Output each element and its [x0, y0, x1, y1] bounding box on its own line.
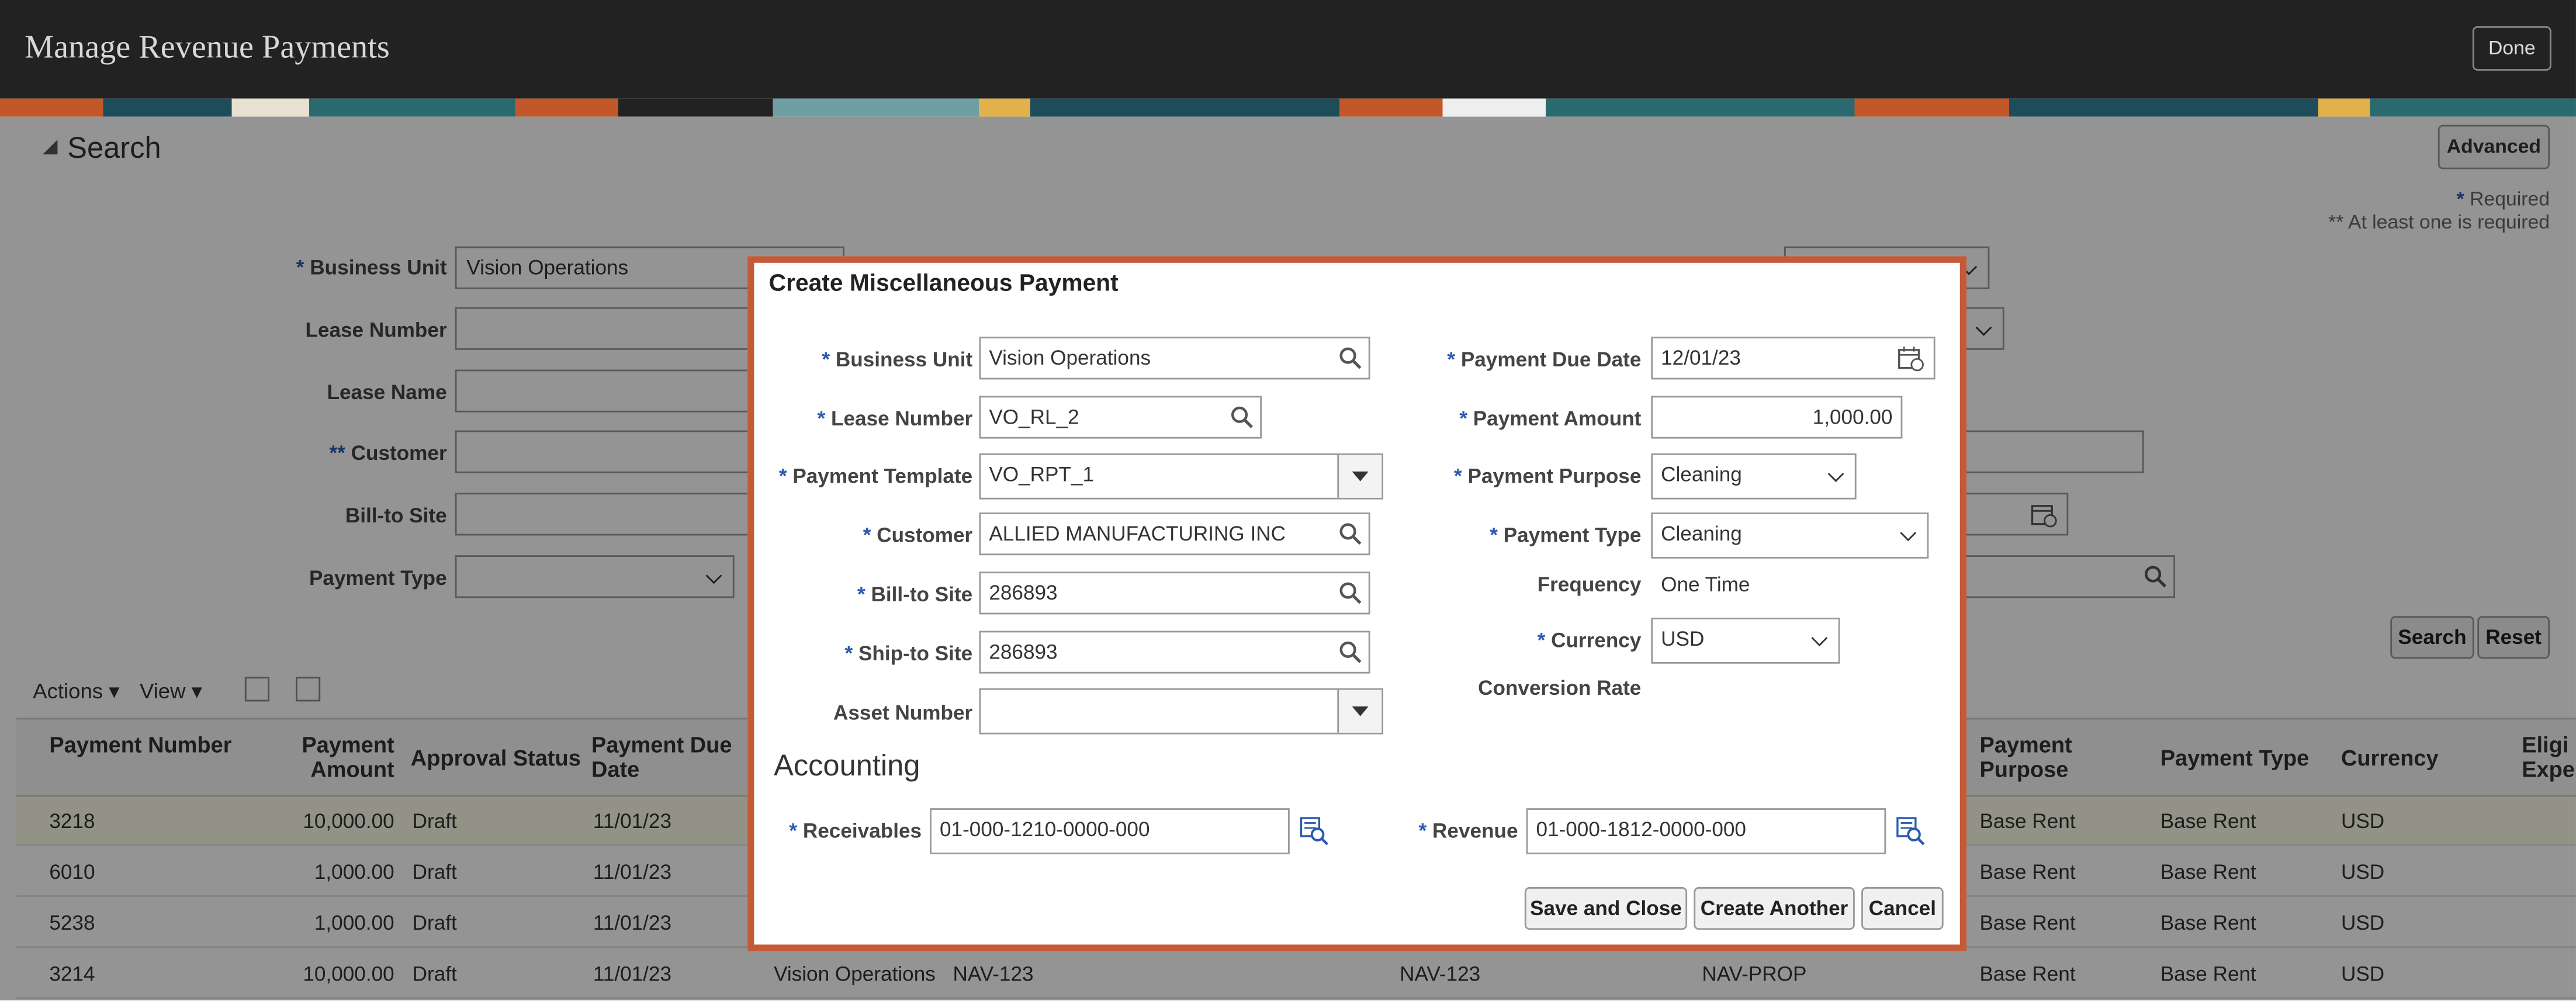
chevron-down-icon	[1827, 466, 1844, 482]
d-bill-to-site-label: * Bill-to Site	[857, 583, 973, 607]
accounting-heading: Accounting	[774, 749, 920, 782]
search-icon[interactable]	[1231, 406, 1254, 428]
d-payment-template-combo[interactable]: VO_RPT_1	[979, 453, 1384, 500]
d-frequency-value: One Time	[1661, 573, 1750, 597]
d-payment-amount-label: * Payment Amount	[1459, 407, 1642, 431]
d-asset-number-combo[interactable]	[979, 688, 1384, 735]
search-icon[interactable]	[1339, 640, 1362, 663]
chevron-down-icon	[1811, 630, 1828, 647]
d-payment-due-date-input[interactable]: 12/01/23	[1651, 337, 1936, 380]
d-payment-type-label: * Payment Type	[1490, 524, 1642, 548]
d-revenue-label: * Revenue	[1418, 819, 1518, 843]
d-payment-due-date-label: * Payment Due Date	[1447, 348, 1642, 372]
d-lease-number-label: * Lease Number	[817, 407, 973, 431]
d-payment-purpose-select[interactable]: Cleaning	[1651, 453, 1857, 500]
d-frequency-label: Frequency	[1537, 573, 1642, 597]
d-bu-label: * Business Unit	[822, 348, 973, 372]
save-and-close-button[interactable]: Save and Close	[1524, 887, 1688, 930]
d-ship-to-site-input[interactable]: 286893	[979, 631, 1370, 674]
calendar-icon[interactable]	[1898, 347, 1924, 372]
create-another-button[interactable]: Create Another	[1694, 887, 1855, 930]
dialog-title: Create Miscellaneous Payment	[768, 271, 1119, 297]
d-payment-template-label: * Payment Template	[778, 465, 973, 488]
d-customer-input[interactable]: ALLIED MANUFACTURING INC	[979, 512, 1370, 556]
search-icon[interactable]	[1339, 347, 1362, 369]
d-bill-to-site-input[interactable]: 286893	[979, 571, 1370, 615]
search-icon[interactable]	[1339, 522, 1362, 545]
d-revenue-input[interactable]: 01-000-1812-0000-000	[1526, 808, 1886, 854]
search-icon[interactable]	[1339, 581, 1362, 604]
header-banner	[0, 98, 2576, 117]
account-lookup-icon[interactable]	[1896, 816, 1926, 846]
d-receivables-input[interactable]: 01-000-1210-0000-000	[930, 808, 1290, 854]
d-customer-label: * Customer	[863, 524, 973, 548]
d-payment-type-select[interactable]: Cleaning	[1651, 512, 1929, 559]
cancel-button[interactable]: Cancel	[1861, 887, 1944, 930]
d-conversion-rate-label: Conversion Rate	[1478, 677, 1642, 700]
d-business-unit-input[interactable]: Vision Operations	[979, 337, 1370, 380]
page-title: Manage Revenue Payments	[25, 29, 390, 66]
d-currency-label: * Currency	[1537, 629, 1642, 653]
create-misc-payment-dialog: Create Miscellaneous Payment * Business …	[747, 256, 1967, 951]
d-receivables-label: * Receivables	[789, 819, 922, 843]
d-currency-select[interactable]: USD	[1651, 618, 1840, 664]
d-ship-to-site-label: * Ship-to Site	[844, 642, 973, 666]
d-payment-purpose-label: * Payment Purpose	[1454, 465, 1642, 488]
d-lease-number-input[interactable]: VO_RL_2	[979, 396, 1262, 439]
chevron-down-icon	[1900, 525, 1917, 542]
done-button[interactable]: Done	[2472, 26, 2551, 71]
d-asset-number-label: Asset Number	[833, 701, 973, 725]
d-payment-amount-input[interactable]: 1,000.00	[1651, 396, 1903, 439]
